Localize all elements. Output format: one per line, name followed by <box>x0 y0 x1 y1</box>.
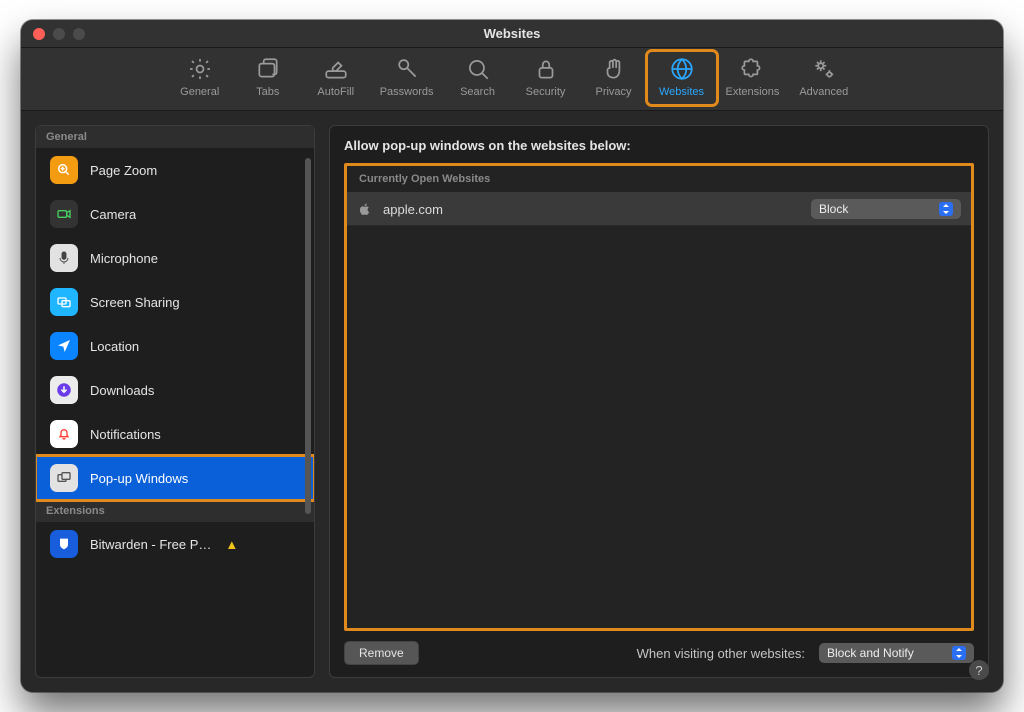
body: General Page Zoom Camera <box>21 111 1003 692</box>
preferences-window: Websites General Tabs AutoFill Passwords… <box>21 20 1003 692</box>
titlebar: Websites <box>21 20 1003 48</box>
sidebar-section-general: General <box>36 126 314 148</box>
popup-windows-icon <box>50 464 78 492</box>
sidebar-item-location[interactable]: Location <box>36 324 314 368</box>
website-row[interactable]: apple.com Block <box>347 193 971 226</box>
content-panel: Allow pop-up windows on the websites bel… <box>329 125 989 678</box>
sidebar-item-microphone[interactable]: Microphone <box>36 236 314 280</box>
tab-security[interactable]: Security <box>512 52 580 104</box>
tab-tabs[interactable]: Tabs <box>234 52 302 104</box>
sidebar-item-downloads[interactable]: Downloads <box>36 368 314 412</box>
window-title: Websites <box>21 26 1003 41</box>
globe-icon <box>669 56 695 82</box>
website-setting-select[interactable]: Block <box>811 199 961 219</box>
scrollbar-thumb[interactable] <box>305 158 311 514</box>
websites-list: Currently Open Websites apple.com Block <box>344 163 974 631</box>
default-setting-select[interactable]: Block and Notify <box>819 643 974 663</box>
tab-advanced[interactable]: Advanced <box>789 52 858 104</box>
sidebar-item-bitwarden[interactable]: Bitwarden - Free P… ▲ <box>36 522 314 566</box>
location-icon <box>50 332 78 360</box>
downloads-icon <box>50 376 78 404</box>
tab-extensions[interactable]: Extensions <box>716 52 790 104</box>
remove-button[interactable]: Remove <box>344 641 419 665</box>
page-zoom-icon <box>50 156 78 184</box>
tab-general[interactable]: General <box>166 52 234 104</box>
key-icon <box>394 56 420 82</box>
sidebar-item-page-zoom[interactable]: Page Zoom <box>36 148 314 192</box>
content-heading: Allow pop-up windows on the websites bel… <box>344 138 974 153</box>
search-icon <box>465 56 491 82</box>
content-footer: Remove When visiting other websites: Blo… <box>344 641 974 665</box>
toolbar: General Tabs AutoFill Passwords Search S… <box>21 48 1003 111</box>
website-domain: apple.com <box>383 202 801 217</box>
sidebar-item-notifications[interactable]: Notifications <box>36 412 314 456</box>
tab-search[interactable]: Search <box>444 52 512 104</box>
sidebar-item-camera[interactable]: Camera <box>36 192 314 236</box>
list-body <box>347 226 971 628</box>
sidebar-scroll: Page Zoom Camera Microphone <box>36 148 314 677</box>
warning-icon: ▲ <box>225 537 238 552</box>
apple-favicon <box>357 201 373 217</box>
list-header: Currently Open Websites <box>347 166 971 193</box>
chevron-updown-icon <box>952 646 966 660</box>
sidebar-item-popup-windows[interactable]: Pop-up Windows <box>36 456 314 500</box>
tab-passwords[interactable]: Passwords <box>370 52 444 104</box>
tab-privacy[interactable]: Privacy <box>580 52 648 104</box>
sidebar-section-extensions: Extensions <box>36 500 314 522</box>
puzzle-icon <box>739 56 765 82</box>
gears-icon <box>811 56 837 82</box>
screen-sharing-icon <box>50 288 78 316</box>
hand-icon <box>601 56 627 82</box>
sidebar-item-screen-sharing[interactable]: Screen Sharing <box>36 280 314 324</box>
microphone-icon <box>50 244 78 272</box>
sidebar-scrollbar[interactable] <box>305 158 311 667</box>
tab-websites[interactable]: Websites <box>648 52 716 104</box>
tabs-icon <box>255 56 281 82</box>
sidebar: General Page Zoom Camera <box>35 125 315 678</box>
default-setting-label: When visiting other websites: <box>637 646 805 661</box>
bitwarden-icon <box>50 530 78 558</box>
notifications-icon <box>50 420 78 448</box>
chevron-updown-icon <box>939 202 953 216</box>
pencil-icon <box>323 56 349 82</box>
help-button[interactable]: ? <box>969 660 989 680</box>
gear-icon <box>187 56 213 82</box>
camera-icon <box>50 200 78 228</box>
tab-autofill[interactable]: AutoFill <box>302 52 370 104</box>
lock-icon <box>533 56 559 82</box>
